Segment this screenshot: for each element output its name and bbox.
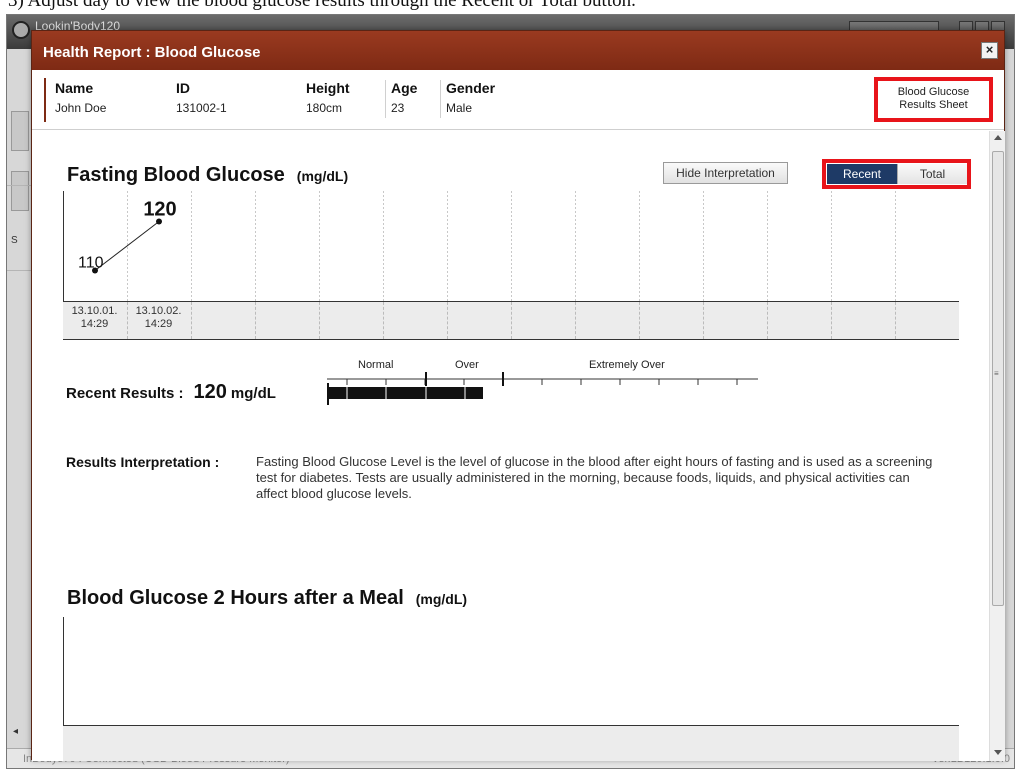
health-report-dialog: Health Report : Blood Glucose × Name Joh…	[31, 30, 1005, 761]
after-meal-unit: (mg/dL)	[415, 591, 468, 607]
after-meal-chart	[63, 617, 959, 726]
report-content[interactable]: Fasting Blood Glucose (mg/dL) Hide Interp…	[32, 131, 989, 761]
patient-info-bar: Name John Doe ID 131002-1 Height 180cm A…	[32, 70, 1004, 130]
patient-name: Name John Doe	[50, 80, 106, 118]
result-bar	[328, 387, 483, 399]
x-tick-label: 13.10.01. 14:29	[71, 305, 118, 330]
glucose-scale: Normal Over Extremely Over	[327, 359, 767, 409]
app-logo-icon	[12, 21, 30, 39]
grid-line	[447, 302, 448, 339]
id-value: 131002-1	[176, 101, 227, 115]
dialog-titlebar: Health Report : Blood Glucose ×	[32, 31, 1004, 70]
height-label: Height	[306, 80, 350, 96]
accent-bar	[44, 78, 46, 122]
name-value: John Doe	[55, 101, 107, 115]
background-sidebar-letter: S	[11, 235, 18, 246]
grid-line	[319, 302, 320, 339]
gender-value: Male	[446, 101, 473, 115]
gender-label: Gender	[446, 80, 496, 96]
background-side-tab[interactable]	[11, 171, 29, 211]
scale-graphic	[327, 372, 758, 405]
recent-button[interactable]: Recent	[827, 164, 897, 184]
results-sheet-line2: Results Sheet	[899, 99, 968, 111]
recent-results-label: Recent Results :	[66, 385, 184, 402]
scrollbar-grip-icon: ≡	[994, 369, 999, 378]
hide-interpretation-button[interactable]: Hide Interpretation	[663, 162, 788, 184]
scroll-left-icon[interactable]: ◂	[13, 726, 18, 737]
recent-results-unit: mg/dL	[230, 385, 276, 402]
after-meal-date-row	[63, 726, 959, 761]
recent-results-value: 120	[193, 381, 227, 403]
dialog-title: Health Report : Blood Glucose	[43, 44, 261, 61]
grid-line	[575, 302, 576, 339]
patient-height: Height 180cm	[301, 80, 350, 118]
vertical-scrollbar[interactable]: ≡	[989, 131, 1005, 761]
after-meal-title-text: Blood Glucose 2 Hours after a Meal	[67, 587, 404, 609]
total-button[interactable]: Total	[897, 164, 967, 184]
results-sheet-button[interactable]: Blood Glucose Results Sheet	[874, 77, 993, 122]
document-header-text: 3) Adjust day to view the blood glucose …	[8, 0, 636, 11]
patient-gender: Gender Male	[440, 80, 495, 118]
chart-date-row: 13.10.01. 14:29 13.10.02. 14:29	[63, 301, 959, 340]
results-sheet-line1: Blood Glucose	[897, 86, 970, 98]
range-toggle: Recent Total	[822, 159, 971, 189]
scroll-down-icon[interactable]	[994, 750, 1002, 755]
grid-line	[895, 302, 896, 339]
interpretation-text: Fasting Blood Glucose Level is the level…	[256, 454, 933, 501]
fasting-section-title: Fasting Blood Glucose (mg/dL)	[67, 164, 348, 187]
grid-line	[191, 302, 192, 339]
grid-line	[511, 302, 512, 339]
grid-line	[703, 302, 704, 339]
after-meal-section-title: Blood Glucose 2 Hours after a Meal (mg/dL…	[67, 587, 467, 610]
fasting-title-text: Fasting Blood Glucose	[67, 164, 285, 186]
grid-line	[639, 302, 640, 339]
grid-line	[383, 302, 384, 339]
age-value: 23	[391, 101, 405, 115]
grid-line	[831, 302, 832, 339]
id-label: ID	[176, 80, 190, 96]
data-label: 110	[78, 255, 104, 272]
recent-results: Recent Results : 120 mg/dL	[66, 381, 276, 404]
close-icon[interactable]: ×	[981, 42, 998, 59]
name-label: Name	[55, 80, 94, 96]
scroll-up-icon[interactable]	[994, 135, 1002, 140]
x-tick-label: 13.10.02. 14:29	[135, 305, 182, 330]
patient-id: ID 131002-1	[171, 80, 227, 118]
scrollbar-thumb[interactable]	[992, 151, 1004, 606]
interpretation-label: Results Interpretation :	[66, 454, 220, 470]
fasting-unit: (mg/dL)	[296, 168, 349, 184]
fasting-chart: 110 120	[63, 191, 896, 301]
height-value: 180cm	[306, 101, 343, 115]
age-label: Age	[391, 80, 418, 96]
grid-line	[255, 302, 256, 339]
patient-age: Age 23	[385, 80, 417, 118]
document-header: 3) Adjust day to view the blood glucose …	[0, 0, 1015, 14]
data-label: 120	[143, 199, 176, 221]
background-side-tab[interactable]	[11, 111, 29, 151]
grid-line	[767, 302, 768, 339]
